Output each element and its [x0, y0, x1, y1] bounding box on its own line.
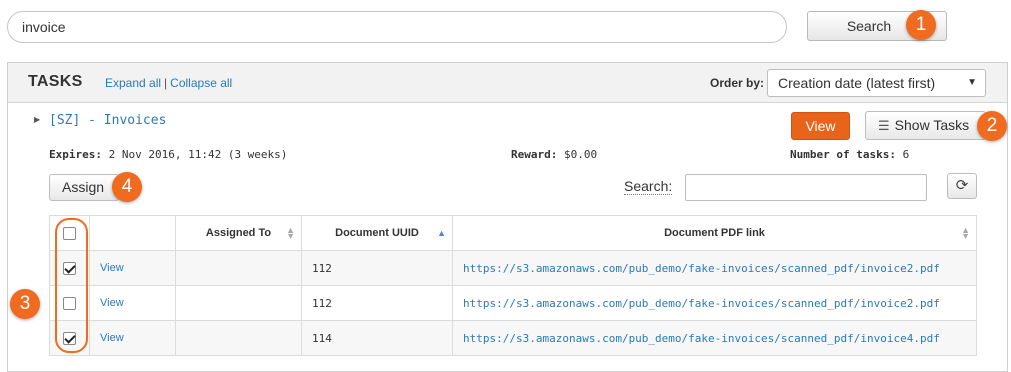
caret-right-icon[interactable]: ▶ — [34, 115, 40, 124]
list-icon: ☰ — [878, 118, 890, 133]
task-count-label: Number of tasks: — [790, 148, 896, 161]
sort-both-icon: ▲ ▼ — [286, 225, 295, 241]
reward-info: Reward: $0.00 — [511, 148, 597, 161]
row-action-cell: View — [89, 250, 176, 286]
refresh-icon: ⟳ — [955, 177, 969, 194]
tasks-panel-header: TASKS Expand all | Collapse all Order by: … — [8, 63, 1007, 103]
order-by-label: Order by: — [710, 76, 765, 90]
row-assigned-to — [175, 285, 302, 321]
row-assigned-to — [175, 320, 302, 356]
row-action-cell: View — [89, 320, 176, 356]
table-row: View 114 https://s3.amazonaws.com/pub_de… — [49, 320, 977, 356]
row-pdf-link-cell: https://s3.amazonaws.com/pub_demo/fake-i… — [452, 250, 977, 286]
tasks-title: TASKS — [28, 73, 83, 90]
document-uuid-header-label: Document UUID — [335, 227, 419, 239]
row-pdf-link[interactable]: https://s3.amazonaws.com/pub_demo/fake-i… — [463, 262, 940, 275]
search-input-value: invoice — [22, 19, 66, 35]
task-count-info: Number of tasks: 6 — [790, 148, 909, 161]
row-document-uuid: 112 — [301, 250, 453, 286]
document-pdf-link-header[interactable]: Document PDF link ▲ ▼ — [452, 215, 977, 251]
callout-2: 2 — [977, 111, 1007, 141]
row-view-link[interactable]: View — [100, 332, 124, 344]
collapse-all-link[interactable]: Collapse all — [170, 76, 232, 90]
row-pdf-link[interactable]: https://s3.amazonaws.com/pub_demo/fake-i… — [463, 297, 940, 310]
callout-4: 4 — [112, 172, 142, 202]
row-pdf-link-cell: https://s3.amazonaws.com/pub_demo/fake-i… — [452, 285, 977, 321]
table-search-input[interactable] — [685, 174, 927, 201]
order-by-value: Creation date (latest first) — [778, 75, 936, 91]
row-assigned-to — [175, 250, 302, 286]
document-uuid-header[interactable]: Document UUID ▲ — [301, 215, 453, 251]
assigned-to-header[interactable]: Assigned To ▲ ▼ — [175, 215, 302, 251]
reward-value: $0.00 — [563, 148, 598, 161]
view-button[interactable]: View — [791, 112, 850, 140]
row-document-uuid: 114 — [301, 320, 453, 356]
link-separator: | — [164, 76, 168, 90]
refresh-button[interactable]: ⟳ — [947, 173, 977, 199]
chevron-down-icon: ▼ — [967, 77, 977, 88]
table-header-row: Assigned To ▲ ▼ Document UUID ▲ Document … — [49, 215, 977, 251]
reward-label: Reward: — [511, 148, 558, 161]
row-pdf-link-cell: https://s3.amazonaws.com/pub_demo/fake-i… — [452, 320, 977, 356]
sort-both-icon: ▲ ▼ — [961, 225, 970, 241]
order-by-select[interactable]: Creation date (latest first) ▼ — [767, 69, 986, 97]
table-search-label: Search: — [624, 178, 673, 195]
callout-1: 1 — [906, 10, 936, 40]
expires-value: 2 Nov 2016, 11:42 (3 weeks) — [108, 148, 288, 161]
task-count-value: 6 — [902, 148, 910, 161]
expand-all-link[interactable]: Expand all — [105, 76, 161, 90]
task-group-title[interactable]: [SZ] - Invoices — [49, 113, 166, 128]
document-pdf-link-header-label: Document PDF link — [664, 227, 765, 239]
expires-info: Expires: 2 Nov 2016, 11:42 (3 weeks) — [49, 148, 287, 161]
row-view-link[interactable]: View — [100, 262, 124, 274]
table-row: View 112 https://s3.amazonaws.com/pub_de… — [49, 250, 977, 286]
action-column-header — [89, 215, 176, 251]
table-row: View 112 https://s3.amazonaws.com/pub_de… — [49, 285, 977, 321]
tasks-panel: TASKS Expand all | Collapse all Order by: … — [7, 62, 1008, 372]
tasks-table: Assigned To ▲ ▼ Document UUID ▲ Document … — [49, 215, 977, 356]
assigned-to-header-label: Assigned To — [205, 227, 272, 239]
show-tasks-label: Show Tasks — [894, 117, 970, 133]
checkbox-column-highlight — [55, 218, 88, 353]
expires-label: Expires: — [49, 148, 102, 161]
sort-ascending-icon: ▲ — [437, 228, 446, 238]
row-pdf-link[interactable]: https://s3.amazonaws.com/pub_demo/fake-i… — [463, 332, 940, 345]
show-tasks-button[interactable]: ☰ Show Tasks — [865, 111, 986, 140]
row-action-cell: View — [89, 285, 176, 321]
row-document-uuid: 112 — [301, 285, 453, 321]
expand-collapse-links: Expand all | Collapse all — [105, 76, 232, 90]
row-view-link[interactable]: View — [100, 297, 124, 309]
assign-button[interactable]: Assign — [49, 174, 119, 201]
search-input[interactable]: invoice — [7, 11, 787, 43]
callout-3: 3 — [10, 289, 40, 319]
